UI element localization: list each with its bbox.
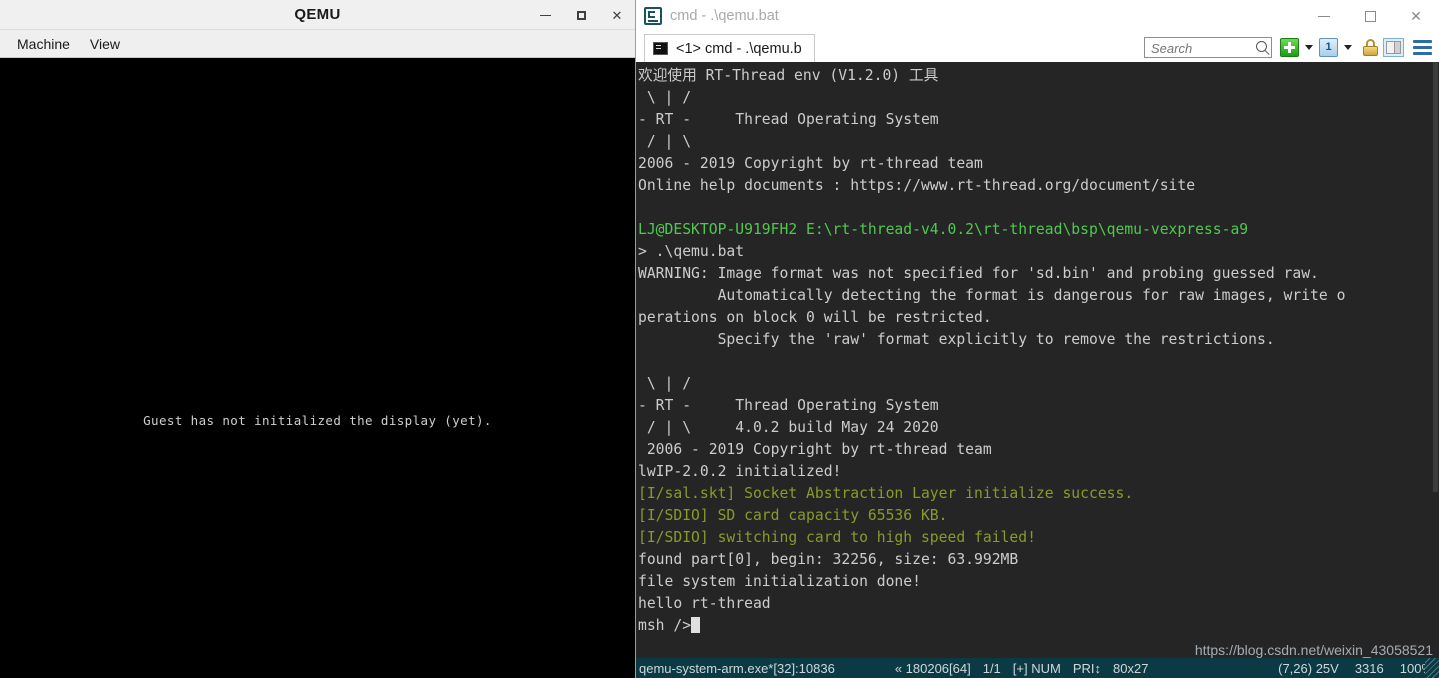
status-bar: qemu-system-arm.exe*[32]:10836 « 180206[… <box>636 658 1439 678</box>
menu-item-machine[interactable]: Machine <box>8 33 79 55</box>
status-process: qemu-system-arm.exe*[32]:10836 <box>639 660 835 676</box>
status-right-group: (7,26) 25V 3316 100% <box>1262 661 1433 676</box>
conemu-window-title: cmd - .\qemu.bat <box>670 8 779 24</box>
lock-icon[interactable] <box>1363 38 1378 56</box>
status-item: 3316 <box>1354 660 1384 676</box>
active-console-dropdown-chevron-down-icon[interactable] <box>1344 44 1352 50</box>
menu-item-view[interactable]: View <box>81 33 129 55</box>
qemu-window: QEMU ✕ Machine View Guest has not initia… <box>0 0 636 678</box>
conemu-minimize-button[interactable] <box>1301 0 1347 32</box>
terminal-line: - RT - Thread Operating System <box>638 397 939 414</box>
new-console-button[interactable] <box>1280 37 1299 57</box>
qemu-minimize-button[interactable] <box>527 0 563 30</box>
conemu-toolbar: 1 <box>1144 33 1435 61</box>
terminal-cursor <box>691 617 701 633</box>
resize-grip[interactable] <box>1425 658 1439 678</box>
terminal-line: hello rt-thread <box>638 595 771 612</box>
terminal-line: - RT - Thread Operating System <box>638 111 939 128</box>
terminal-line: msh /> <box>638 615 1439 637</box>
tab-label: <1> cmd - .\qemu.b <box>676 40 802 57</box>
terminal-lines: 欢迎使用 RT-Thread env (V1.2.0) 工具 \ | / - RT… <box>638 65 1439 637</box>
terminal-line: Automatically detecting the format is da… <box>638 287 1346 304</box>
qemu-window-controls: ✕ <box>527 0 635 30</box>
conemu-maximize-button[interactable] <box>1347 0 1393 32</box>
conemu-close-button[interactable]: ✕ <box>1393 0 1439 32</box>
terminal-line: Online help documents : https://www.rt-t… <box>638 177 1196 194</box>
qemu-guest-display[interactable]: Guest has not initialized the display (y… <box>0 59 635 678</box>
status-item: [+] NUM <box>1012 660 1061 676</box>
conemu-window-controls: ✕ <box>1301 0 1439 32</box>
search-box[interactable] <box>1144 36 1272 59</box>
terminal-line: [I/sal.skt] Socket Abstraction Layer ini… <box>638 485 1134 502</box>
conemu-app-icon <box>644 7 662 25</box>
terminal-line: [I/SDIO] switching card to high speed fa… <box>638 529 1036 546</box>
conemu-tabbar: <1> cmd - .\qemu.b 1 <box>636 32 1439 62</box>
minimize-icon <box>1318 15 1330 17</box>
minimize-icon <box>539 14 551 16</box>
status-item: 80x27 <box>1113 660 1149 676</box>
search-icon <box>1256 40 1267 52</box>
status-middle-group: « 180206[64] 1/1 [+] NUM PRI↕ 80x27 <box>895 661 1161 676</box>
new-console-dropdown-chevron-down-icon[interactable] <box>1305 44 1313 50</box>
terminal-line: [I/SDIO] SD card capacity 65536 KB. <box>638 507 948 524</box>
terminal-line: \ | / <box>638 89 692 106</box>
watermark: https://blog.csdn.net/weixin_43058521 <box>1194 642 1433 658</box>
status-item: 1/1 <box>982 660 1001 676</box>
status-item: (7,26) 25V <box>1278 660 1339 676</box>
terminal-line: > .\qemu.bat <box>638 243 745 260</box>
terminal-line: / | \ <box>638 133 692 150</box>
conemu-window: cmd - .\qemu.bat ✕ <1> cmd - .\qemu.b Se… <box>636 0 1439 678</box>
terminal-line: file system initialization done! <box>638 573 921 590</box>
qemu-close-button[interactable]: ✕ <box>599 0 635 30</box>
terminal-scrollbar[interactable] <box>1432 62 1439 658</box>
terminal-line: \ | / <box>638 375 692 392</box>
console-icon <box>653 42 668 55</box>
maximize-icon <box>576 10 586 20</box>
maximize-icon <box>1364 10 1376 22</box>
qemu-menubar: Machine View <box>0 30 635 58</box>
hamburger-menu-icon[interactable] <box>1413 39 1432 55</box>
status-item: PRI↕ <box>1072 660 1102 676</box>
close-icon: ✕ <box>611 7 623 23</box>
qemu-maximize-button[interactable] <box>563 0 599 30</box>
terminal-line: lwIP-2.0.2 initialized! <box>638 463 842 480</box>
terminal-line: Specify the 'raw' format explicitly to r… <box>638 331 1275 348</box>
active-console-button[interactable]: 1 <box>1319 37 1338 57</box>
tab-console-1[interactable]: <1> cmd - .\qemu.b <box>644 34 815 62</box>
scrollbar-thumb[interactable] <box>1433 62 1438 492</box>
terminal-line: perations on block 0 will be restricted. <box>638 309 992 326</box>
terminal-line: 2006 - 2019 Copyright by rt-thread team <box>638 441 992 458</box>
close-icon: ✕ <box>1410 7 1422 24</box>
split-pane-icon[interactable] <box>1383 37 1404 57</box>
terminal-line: 2006 - 2019 Copyright by rt-thread team <box>638 155 983 172</box>
terminal-line: 欢迎使用 RT-Thread env (V1.2.0) 工具 <box>638 67 939 84</box>
screen-root: QEMU ✕ Machine View Guest has not initia… <box>0 0 1439 678</box>
terminal-line: found part[0], begin: 32256, size: 63.99… <box>638 551 1019 568</box>
search-input[interactable] <box>1149 37 1253 59</box>
terminal-output[interactable]: 欢迎使用 RT-Thread env (V1.2.0) 工具 \ | / - RT… <box>636 62 1439 658</box>
status-item: « 180206[64] <box>894 660 971 676</box>
terminal-line: / | \ 4.0.2 build May 24 2020 <box>638 419 939 436</box>
conemu-titlebar[interactable]: cmd - .\qemu.bat ✕ <box>636 0 1439 32</box>
guest-display-message: Guest has not initialized the display (y… <box>143 413 492 428</box>
terminal-line: LJ@DESKTOP-U919FH2 E:\rt-thread-v4.0.2\r… <box>638 221 1249 238</box>
terminal-line: WARNING: Image format was not specified … <box>638 265 1319 282</box>
qemu-titlebar[interactable]: QEMU ✕ <box>0 0 635 30</box>
